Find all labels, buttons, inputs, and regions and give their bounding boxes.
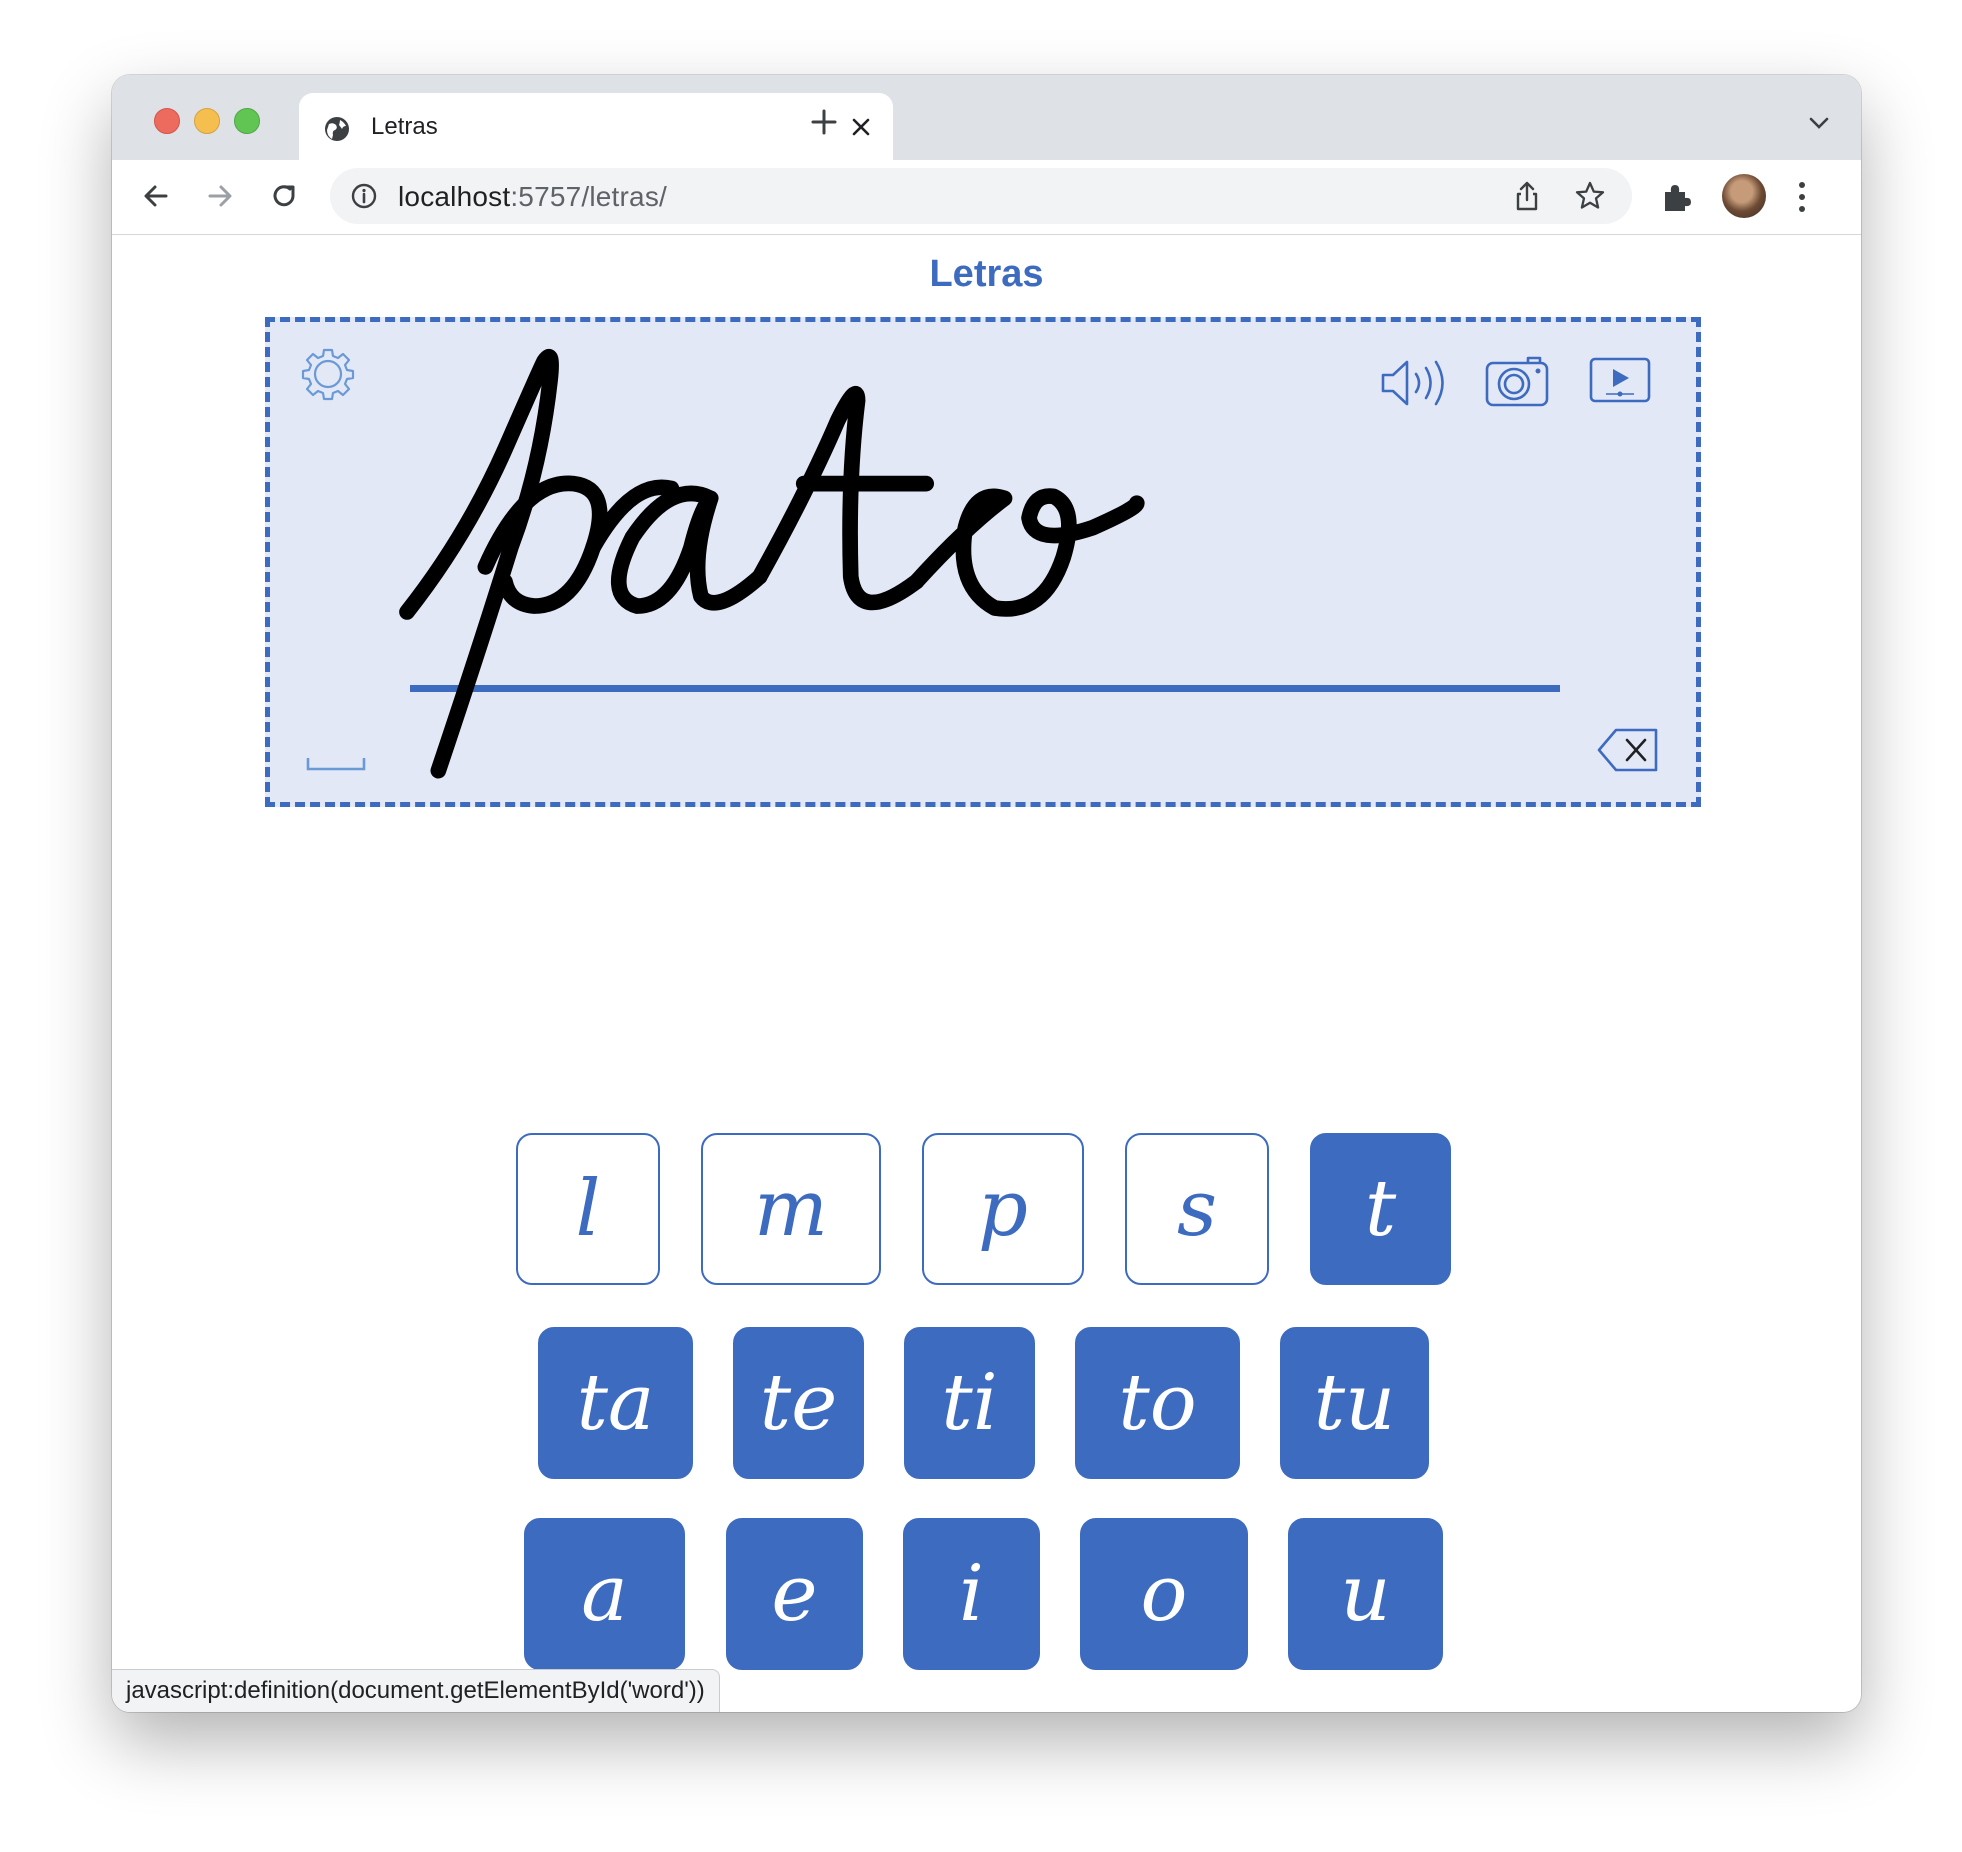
tab-letras[interactable]: Letras bbox=[299, 93, 893, 160]
key-p[interactable]: p bbox=[922, 1133, 1084, 1285]
page-title: Letras bbox=[929, 253, 1044, 295]
key-s[interactable]: s bbox=[1125, 1133, 1269, 1285]
more-menu-icon[interactable] bbox=[1796, 180, 1808, 214]
info-icon[interactable] bbox=[350, 182, 378, 210]
word-board[interactable]: pato bbox=[265, 317, 1701, 807]
key-u[interactable]: u bbox=[1288, 1518, 1443, 1670]
browser-window: Letras localhost:5757/letras/ Letras l m… bbox=[112, 75, 1861, 1712]
new-tab-icon[interactable] bbox=[809, 107, 839, 137]
key-ta[interactable]: ta bbox=[538, 1327, 693, 1479]
globe-icon bbox=[325, 117, 349, 141]
share-icon[interactable] bbox=[1512, 180, 1542, 212]
key-e[interactable]: e bbox=[726, 1518, 863, 1670]
page-content: Letras l m p s t ta te ti to tu a e i o … bbox=[112, 235, 1861, 1712]
minimize-window-button[interactable] bbox=[194, 108, 220, 134]
zoom-window-button[interactable] bbox=[234, 108, 260, 134]
key-t[interactable]: t bbox=[1310, 1133, 1451, 1285]
close-icon[interactable] bbox=[847, 113, 875, 141]
forward-arrow-icon[interactable] bbox=[202, 178, 238, 214]
key-i[interactable]: i bbox=[903, 1518, 1040, 1670]
status-bar-link-preview: javascript:definition(document.getElemen… bbox=[112, 1669, 720, 1712]
url-text: localhost:5757/letras/ bbox=[398, 181, 668, 212]
key-to[interactable]: to bbox=[1075, 1327, 1240, 1479]
key-a[interactable]: a bbox=[524, 1518, 685, 1670]
key-o[interactable]: o bbox=[1080, 1518, 1248, 1670]
chevron-down-icon[interactable] bbox=[1807, 113, 1831, 133]
extensions-puzzle-icon[interactable] bbox=[1660, 180, 1694, 214]
keyboard-row-letters: l m p s t bbox=[112, 1133, 1861, 1285]
profile-avatar[interactable] bbox=[1722, 174, 1766, 218]
key-tu[interactable]: tu bbox=[1280, 1327, 1429, 1479]
tab-bar: Letras bbox=[112, 75, 1861, 160]
back-arrow-icon[interactable] bbox=[138, 178, 174, 214]
close-window-button[interactable] bbox=[154, 108, 180, 134]
browser-toolbar: localhost:5757/letras/ bbox=[112, 160, 1861, 235]
keyboard-row-vowels: a e i o u bbox=[112, 1518, 1861, 1670]
key-l[interactable]: l bbox=[516, 1133, 660, 1285]
tab-title: Letras bbox=[371, 113, 438, 140]
bookmark-star-icon[interactable] bbox=[1574, 180, 1606, 212]
key-ti[interactable]: ti bbox=[904, 1327, 1035, 1479]
address-bar[interactable]: localhost:5757/letras/ bbox=[330, 168, 1632, 224]
cursive-word: pato bbox=[399, 349, 1145, 779]
key-m[interactable]: m bbox=[701, 1133, 881, 1285]
keyboard-row-syllables: ta te ti to tu bbox=[112, 1327, 1861, 1479]
key-te[interactable]: te bbox=[733, 1327, 864, 1479]
reload-icon[interactable] bbox=[266, 178, 302, 214]
